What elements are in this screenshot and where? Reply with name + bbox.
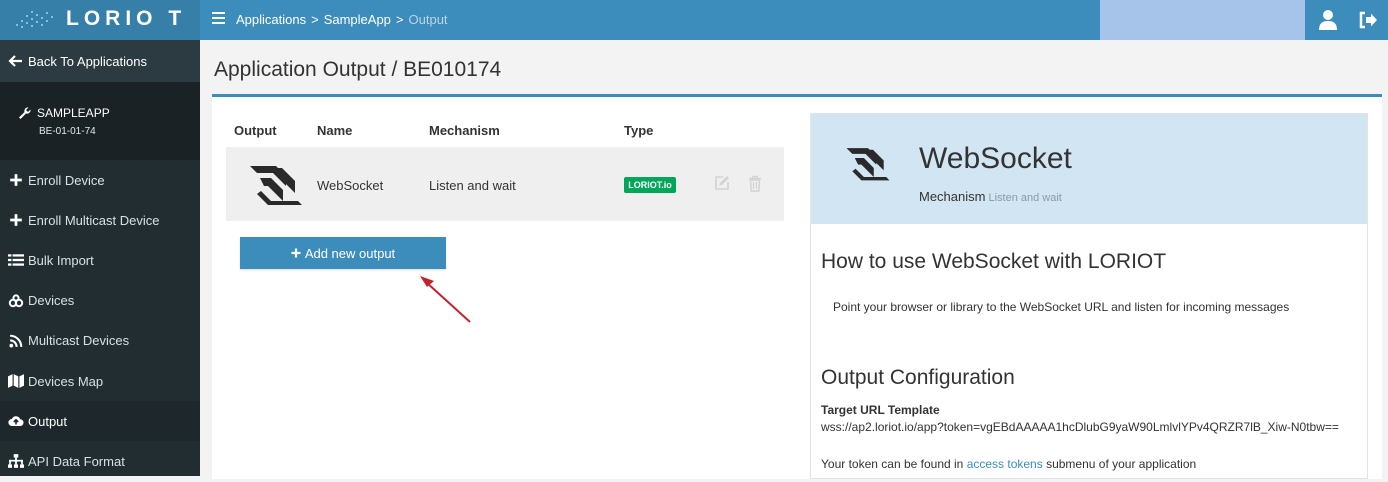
- app-info: SAMPLEAPP BE-01-01-74: [0, 82, 200, 160]
- access-tokens-link[interactable]: access tokens: [967, 457, 1043, 471]
- column-header-mechanism: Mechanism: [429, 123, 500, 138]
- top-bar: LORIO T Applications > SampleApp > Output: [0, 0, 1388, 40]
- breadcrumb-current: Output: [408, 12, 448, 27]
- token-info: Your token can be found in access tokens…: [821, 457, 1197, 471]
- websocket-logo-icon: [846, 148, 890, 181]
- panel-title: WebSocket: [919, 142, 1072, 175]
- page-title: Application Output / BE010174: [214, 58, 502, 81]
- plus-icon: [10, 174, 22, 186]
- target-url-value: wss://ap2.loriot.io/app?token=vgEBdAAAAA…: [821, 420, 1339, 434]
- howto-heading: How to use WebSocket with LORIOT: [821, 250, 1167, 273]
- logo-text: LORIO T: [66, 7, 187, 30]
- top-search-area[interactable]: [1100, 0, 1305, 40]
- arrow-left-icon: [8, 55, 22, 67]
- sidebar-item-label: API Data Format: [28, 453, 125, 469]
- add-new-output-label: Add new output: [304, 245, 396, 261]
- back-label: Back To Applications: [28, 53, 147, 69]
- map-icon: [8, 374, 24, 388]
- sidebar-item-enroll-multicast-device[interactable]: Enroll Multicast Device: [0, 200, 200, 240]
- app-id: BE-01-01-74: [39, 126, 96, 137]
- breadcrumb: Applications > SampleApp > Output: [236, 12, 448, 27]
- logo-dots-icon: [16, 11, 53, 28]
- sidebar-item-enroll-device[interactable]: Enroll Device: [0, 160, 200, 200]
- cloud-upload-icon: [8, 416, 24, 427]
- breadcrumb-sampleapp[interactable]: SampleApp: [324, 12, 391, 27]
- menu-toggle-icon[interactable]: [212, 12, 225, 24]
- list-icon: [8, 254, 24, 267]
- breadcrumb-applications[interactable]: Applications: [236, 12, 306, 27]
- sidebar-item-label: Multicast Devices: [28, 333, 130, 349]
- sidebar: Back To Applications SAMPLEAPP BE-01-01-…: [0, 40, 200, 476]
- output-box: Output Name Mechanism Type WebSocket Lis…: [212, 94, 1382, 479]
- table-row[interactable]: WebSocket Listen and wait LORIOT.io: [226, 147, 784, 221]
- type-badge: LORIOT.io: [624, 177, 676, 193]
- output-detail-panel: WebSocket Mechanism Listen and wait How t…: [810, 113, 1368, 479]
- app-name: SAMPLEAPP: [37, 106, 110, 120]
- panel-header: WebSocket Mechanism Listen and wait: [811, 114, 1367, 224]
- column-header-output: Output: [234, 123, 277, 138]
- websocket-logo-icon: [250, 166, 302, 205]
- sidebar-item-multicast-devices[interactable]: Multicast Devices: [0, 321, 200, 361]
- edit-icon[interactable]: [714, 175, 730, 191]
- howto-text: Point your browser or library to the Web…: [833, 300, 1290, 314]
- output-configuration-heading: Output Configuration: [821, 366, 1015, 389]
- sidebar-item-bulk-import[interactable]: Bulk Import: [0, 240, 200, 280]
- panel-mechanism: Mechanism Listen and wait: [919, 189, 1062, 204]
- output-mechanism: Listen and wait: [429, 178, 516, 193]
- sidebar-item-api-data-format[interactable]: API Data Format: [0, 441, 200, 481]
- add-new-output-button[interactable]: Add new output: [240, 237, 446, 269]
- column-header-type: Type: [624, 123, 654, 138]
- plus-icon: [291, 248, 301, 258]
- rss-icon: [9, 334, 23, 348]
- wrench-icon: [19, 107, 31, 119]
- sidebar-item-devices-map[interactable]: Devices Map: [0, 361, 200, 401]
- logout-icon[interactable]: [1358, 10, 1378, 30]
- user-icon[interactable]: [1318, 9, 1338, 31]
- sidebar-item-label: Bulk Import: [28, 252, 94, 268]
- devices-icon: [8, 294, 24, 307]
- sidebar-item-label: Output: [28, 413, 68, 429]
- red-arrow-annotation: [420, 276, 471, 323]
- back-to-applications[interactable]: Back To Applications: [0, 40, 200, 82]
- trash-icon[interactable]: [748, 175, 762, 192]
- sidebar-item-label: Devices Map: [28, 373, 104, 389]
- sidebar-item-label: Enroll Multicast Device: [28, 212, 160, 228]
- column-header-name: Name: [317, 123, 353, 138]
- sitemap-icon: [8, 454, 24, 469]
- sidebar-item-label: Devices: [28, 293, 75, 309]
- sidebar-item-label: Enroll Device: [28, 172, 105, 188]
- target-url-label: Target URL Template: [821, 403, 940, 417]
- output-name: WebSocket: [317, 178, 384, 193]
- plus-icon: [10, 214, 22, 227]
- sidebar-item-output[interactable]: Output: [0, 401, 200, 442]
- sidebar-item-devices[interactable]: Devices: [0, 281, 200, 321]
- logo[interactable]: LORIO T: [0, 0, 200, 40]
- mechanism-value: Listen and wait: [988, 192, 1062, 204]
